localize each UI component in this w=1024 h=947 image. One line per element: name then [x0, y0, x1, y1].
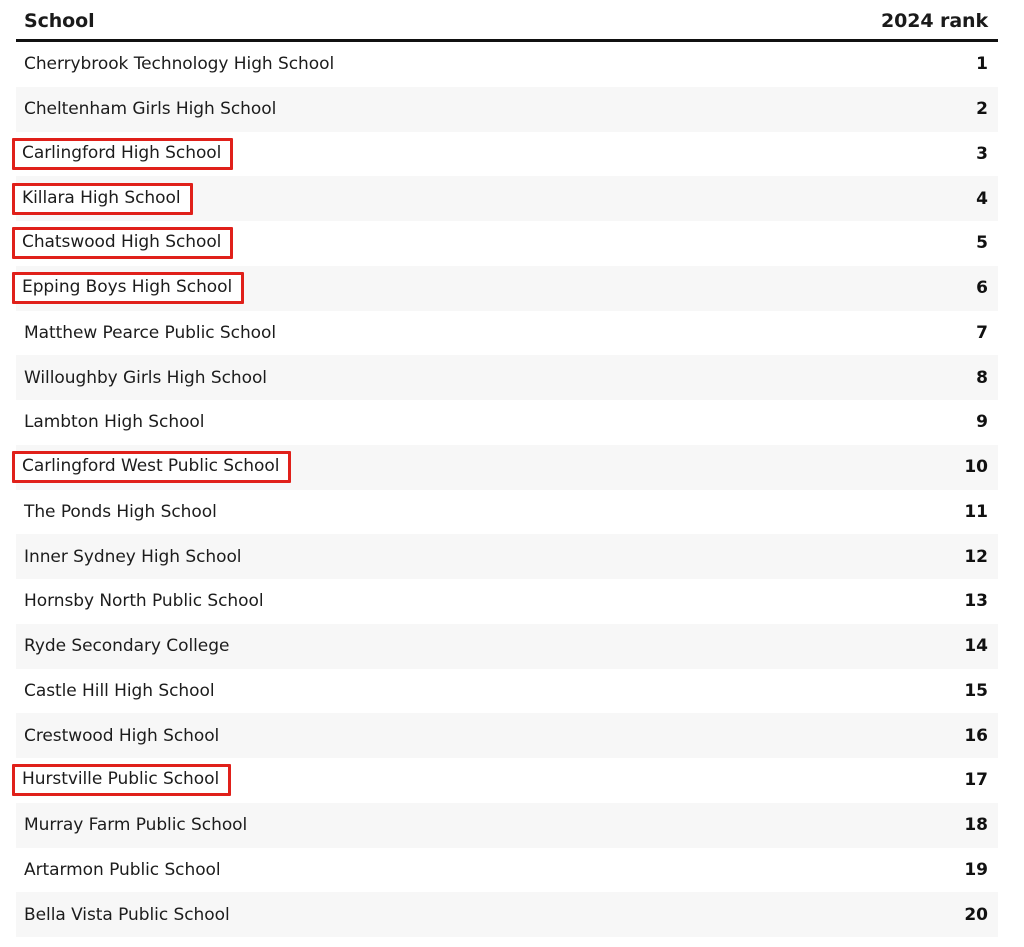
table-row[interactable]: Cherrybrook Technology High School 1: [16, 42, 998, 87]
school-name: Ryde Secondary College: [24, 636, 230, 657]
school-name: Castle Hill High School: [24, 680, 215, 701]
cell-school-name: Epping Boys High School: [12, 272, 932, 305]
cell-school-name: Inner Sydney High School: [16, 547, 932, 567]
table-row[interactable]: Ryde Secondary College 14: [16, 623, 998, 669]
cell-school-name: Bella Vista Public School: [16, 905, 932, 925]
table-row[interactable]: Hurstville Public School 17: [12, 758, 998, 803]
school-ranking-table: School 2024 rank Cherrybrook Technology …: [12, 0, 998, 937]
column-header-2024-rank[interactable]: 2024 rank: [881, 12, 998, 39]
highlighted-school-name: Chatswood High School: [12, 227, 234, 260]
cell-rank-value: 9: [976, 412, 988, 433]
column-header-school[interactable]: School: [16, 12, 881, 39]
school-name: Crestwood High School: [24, 725, 220, 746]
table-row[interactable]: Inner Sydney High School 12: [16, 534, 998, 579]
cell-rank-value: 7: [976, 322, 988, 343]
school-name: Hornsby North Public School: [24, 591, 264, 612]
cell-school-name: Carlingford High School: [12, 137, 932, 170]
cell-rank-value: 10: [964, 457, 988, 478]
school-name: Lambton High School: [24, 412, 205, 433]
cell-school-name: Lambton High School: [16, 412, 932, 432]
cell-school-name: Ryde Secondary College: [16, 636, 932, 656]
table-row[interactable]: Willoughby Girls High School 8: [16, 355, 998, 400]
table-row[interactable]: Murray Farm Public School 18: [16, 802, 998, 848]
cell-school-name: Cherrybrook Technology High School: [16, 54, 932, 74]
cell-school-name: Cheltenham Girls High School: [16, 99, 932, 119]
table-row[interactable]: Lambton High School 9: [16, 400, 998, 445]
table-row[interactable]: Castle Hill High School 15: [16, 668, 998, 714]
cell-rank-value: 6: [976, 278, 988, 299]
cell-rank-value: 15: [964, 680, 988, 701]
table-row[interactable]: Killara High School 4: [12, 176, 998, 221]
cell-rank-value: 18: [964, 815, 988, 836]
highlighted-school-name: Carlingford High School: [12, 137, 234, 170]
school-name: Cheltenham Girls High School: [24, 99, 277, 120]
cell-rank-value: 19: [964, 859, 988, 880]
cell-school-name: Willoughby Girls High School: [16, 368, 932, 388]
cell-rank-value: 4: [976, 188, 988, 209]
school-name: Murray Farm Public School: [24, 815, 248, 836]
school-name: Artarmon Public School: [24, 859, 221, 880]
cell-rank-value: 13: [964, 591, 988, 612]
cell-school-name: Hurstville Public School: [12, 764, 932, 797]
cell-rank-value: 14: [964, 636, 988, 657]
cell-school-name: Carlingford West Public School: [12, 451, 932, 484]
cell-school-name: Crestwood High School: [16, 726, 932, 746]
table-row[interactable]: Chatswood High School 5: [12, 221, 998, 266]
cell-school-name: Castle Hill High School: [16, 681, 932, 701]
school-name: Bella Vista Public School: [24, 904, 230, 925]
cell-school-name: Matthew Pearce Public School: [16, 323, 932, 343]
table-row[interactable]: Hornsby North Public School 13: [16, 579, 998, 624]
cell-school-name: Killara High School: [12, 182, 932, 215]
school-name: Cherrybrook Technology High School: [24, 54, 335, 75]
table-row[interactable]: Crestwood High School 16: [16, 713, 998, 758]
school-name: Willoughby Girls High School: [24, 367, 267, 388]
highlighted-school-name: Hurstville Public School: [12, 764, 232, 797]
table-row[interactable]: Carlingford High School 3: [12, 131, 998, 177]
cell-rank-value: 11: [964, 501, 988, 522]
school-name: Inner Sydney High School: [24, 546, 242, 567]
table-row[interactable]: Matthew Pearce Public School 7: [16, 310, 998, 356]
table-row[interactable]: Cheltenham Girls High School 2: [16, 86, 998, 132]
highlighted-school-name: Killara High School: [12, 182, 193, 215]
cell-rank-value: 1: [976, 54, 988, 75]
table-body: Cherrybrook Technology High School 1 Chelt…: [12, 42, 998, 937]
cell-school-name: Hornsby North Public School: [16, 591, 932, 611]
cell-rank-value: 2: [976, 99, 988, 120]
cell-school-name: Artarmon Public School: [16, 860, 932, 880]
cell-rank-value: 3: [976, 143, 988, 164]
table-header-row: School 2024 rank: [16, 0, 998, 42]
highlighted-school-name: Carlingford West Public School: [12, 451, 292, 484]
cell-rank-value: 17: [964, 770, 988, 791]
highlighted-school-name: Epping Boys High School: [12, 272, 245, 305]
cell-school-name: Chatswood High School: [12, 227, 932, 260]
table-row[interactable]: Epping Boys High School 6: [12, 265, 998, 311]
table-row[interactable]: The Ponds High School 11: [16, 489, 998, 535]
table-row[interactable]: Carlingford West Public School 10: [12, 444, 998, 490]
table-row[interactable]: Bella Vista Public School 20: [16, 892, 998, 937]
school-name: Matthew Pearce Public School: [24, 322, 277, 343]
cell-rank-value: 8: [976, 367, 988, 388]
cell-rank-value: 5: [976, 233, 988, 254]
school-name: The Ponds High School: [24, 501, 217, 522]
cell-school-name: Murray Farm Public School: [16, 815, 932, 835]
table-row[interactable]: Artarmon Public School 19: [16, 847, 998, 893]
cell-school-name: The Ponds High School: [16, 502, 932, 522]
cell-rank-value: 16: [964, 725, 988, 746]
cell-rank-value: 20: [964, 904, 988, 925]
cell-rank-value: 12: [964, 546, 988, 567]
